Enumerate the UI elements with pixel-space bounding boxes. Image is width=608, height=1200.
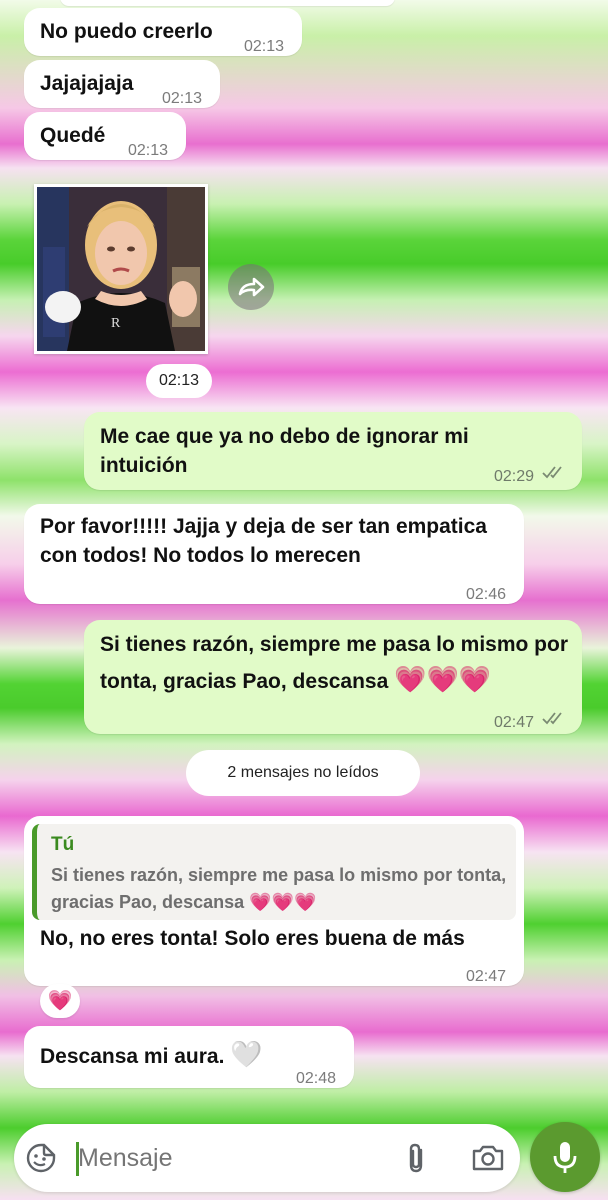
message-time: 02:13 [162,90,203,107]
reply-text: Si tienes razón, siempre me pasa lo mism… [51,862,511,916]
reply-preview[interactable]: Tú Si tienes razón, siempre me pasa lo m… [32,824,516,920]
message-bubble[interactable]: No puedo creerlo 02:13 [24,8,302,56]
double-check-icon [542,712,562,725]
message-bubble[interactable]: Por favor!!!!! Jajja y deja de ser tan e… [24,504,524,604]
message-time: 02:13 [128,142,169,159]
unread-messages-divider: 2 mensajes no leídos [186,750,420,796]
message-text: Me cae que ya no debo de ignorar mi intu… [100,425,469,477]
camera-button[interactable] [470,1141,506,1175]
message-time: 02:48 [296,1070,337,1087]
message-text: Descansa mi aura. 🤍 [40,1040,263,1071]
reaction-badge[interactable]: 💗 [40,984,80,1018]
double-check-icon [542,466,562,479]
message-text: No, no eres tonta! Solo eres buena de má… [40,927,465,950]
camera-icon [472,1145,504,1171]
sticker-button[interactable] [24,1141,58,1175]
message-text: Jajajajaja [40,72,134,95]
message-input[interactable] [78,1138,378,1178]
heart-icon: 💗 [47,990,73,1012]
message-time: 02:13 [158,372,200,389]
message-time: 02:47 [466,968,507,985]
attach-icon [409,1143,423,1173]
white-heart-emoji: 🤍 [230,1039,263,1069]
message-text: Por favor!!!!! Jajja y deja de ser tan e… [40,515,487,567]
sticker-image: R [37,187,205,351]
message-bubble[interactable]: Quedé 02:13 [24,112,186,160]
svg-text:R: R [111,316,121,331]
message-text: Si tienes razón, siempre me pasa lo mism… [100,628,570,699]
message-text: No puedo creerlo [40,20,213,43]
message-bubble[interactable]: Descansa mi aura. 🤍 02:48 [24,1026,354,1088]
message-body: Si tienes razón, siempre me pasa lo mism… [100,633,568,693]
message-time: 02:47 [494,714,535,731]
mic-button[interactable] [530,1122,600,1192]
message-bubble[interactable]: Jajajajaja 02:13 [24,60,220,108]
forward-button[interactable] [228,264,274,310]
message-text: Quedé [40,124,106,147]
message-time: 02:29 [494,468,535,485]
attach-button[interactable] [400,1141,434,1175]
message-bubble-partial [60,0,395,6]
forward-icon [238,277,265,297]
message-time: 02:46 [466,586,507,603]
image-time-pill: 02:13 [146,364,212,398]
message-bubble[interactable]: Tú Si tienes razón, siempre me pasa lo m… [24,816,524,986]
composer-bar [14,1124,520,1192]
sticker-icon [26,1143,56,1173]
message-bubble[interactable]: Si tienes razón, siempre me pasa lo mism… [84,620,582,734]
reply-author: Tú [51,834,75,855]
message-time: 02:13 [244,38,285,55]
mic-icon [553,1142,577,1173]
message-bubble[interactable]: Me cae que ya no debo de ignorar mi intu… [84,412,582,490]
unread-label: 2 mensajes no leídos [227,764,379,781]
message-body: Descansa mi aura. [40,1045,225,1068]
heart-emoji: 💗💗💗 [249,892,317,912]
image-message[interactable]: R [34,184,208,354]
heart-emoji: 💗💗💗 [394,664,492,694]
